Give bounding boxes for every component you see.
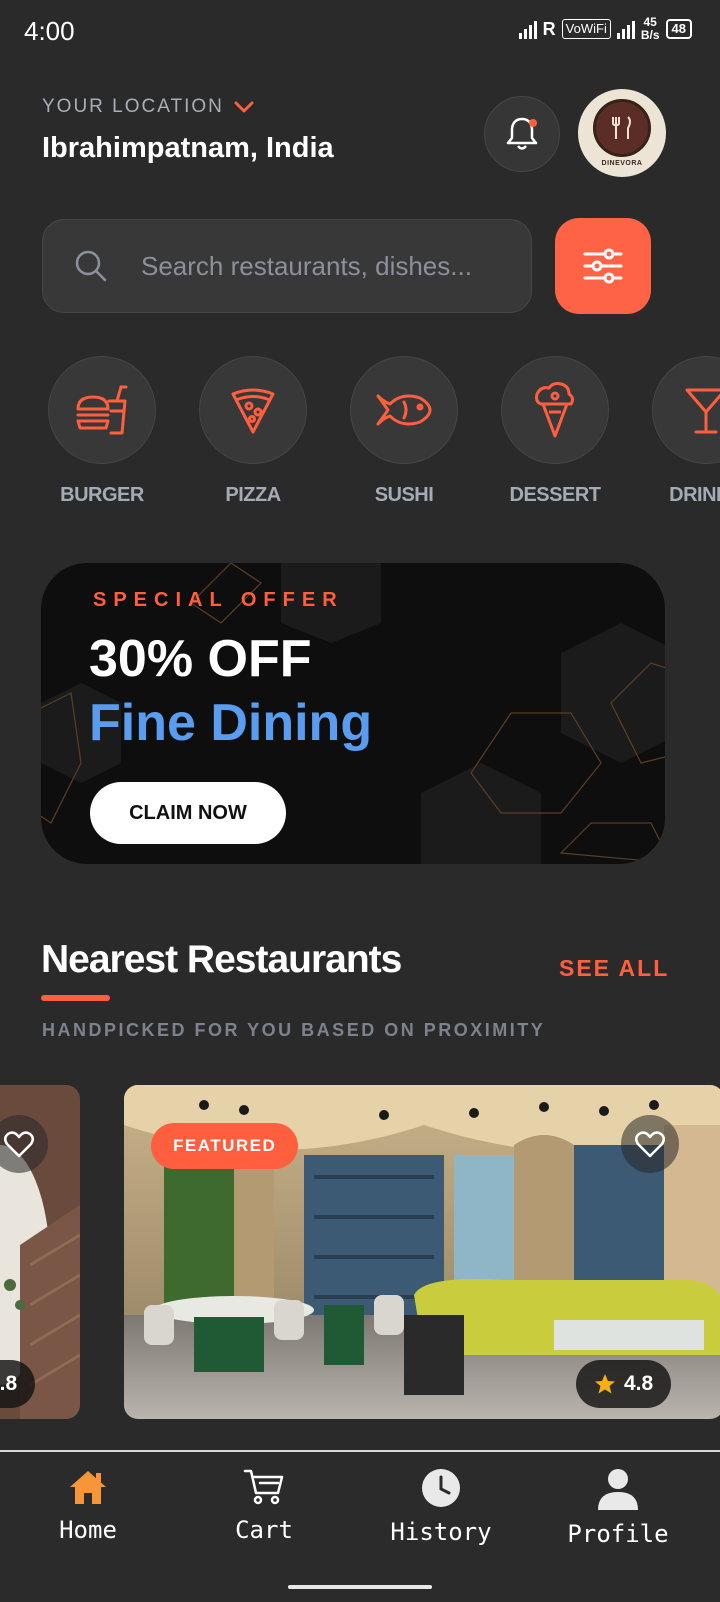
favorite-button[interactable] bbox=[621, 1115, 679, 1173]
see-all-link[interactable]: SEE ALL bbox=[559, 955, 669, 982]
burger-icon bbox=[76, 385, 128, 435]
restaurant-logo-icon bbox=[593, 99, 651, 157]
nav-label: Cart bbox=[235, 1516, 293, 1544]
location-selector[interactable]: YOUR LOCATION bbox=[42, 96, 254, 118]
offer-kicker: SPECIAL OFFER bbox=[93, 589, 344, 611]
roaming-indicator: R bbox=[542, 18, 556, 39]
nav-label: History bbox=[390, 1518, 492, 1546]
category-label: BURGER bbox=[60, 484, 144, 506]
status-time: 4:00 bbox=[24, 16, 75, 46]
category-dessert[interactable]: DESSERT bbox=[500, 356, 610, 507]
section-title: Nearest Restaurants bbox=[41, 938, 402, 981]
offer-subheadline: Fine Dining bbox=[89, 694, 373, 752]
home-indicator[interactable] bbox=[288, 1585, 432, 1589]
section-subtitle: HANDPICKED FOR YOU BASED ON PROXIMITY bbox=[42, 1020, 546, 1040]
restaurant-card[interactable]: 4.8 bbox=[0, 1085, 80, 1419]
category-burger[interactable]: BURGER bbox=[47, 356, 157, 507]
fish-icon bbox=[376, 394, 432, 426]
signal-icon-2 bbox=[616, 19, 635, 39]
battery-icon: 48 bbox=[665, 19, 692, 39]
rating-badge: 4.8 bbox=[576, 1360, 672, 1408]
notification-button[interactable] bbox=[484, 96, 560, 172]
person-icon bbox=[598, 1469, 638, 1510]
offer-banner[interactable]: SPECIAL OFFER 30% OFF Fine Dining CLAIM … bbox=[41, 563, 665, 864]
pizza-icon bbox=[231, 388, 275, 434]
chevron-down-icon bbox=[234, 101, 254, 113]
search-input[interactable] bbox=[139, 249, 503, 283]
category-pizza[interactable]: PIZZA bbox=[198, 356, 308, 507]
bottom-navigation: Home Cart History Profile bbox=[0, 1450, 720, 1602]
section-underline bbox=[41, 995, 110, 1001]
star-icon bbox=[595, 1374, 615, 1394]
search-bar[interactable] bbox=[42, 219, 532, 313]
avatar[interactable]: DINEVORA bbox=[578, 89, 666, 177]
vowifi-indicator: VoWiFi bbox=[561, 19, 611, 39]
rating-value: 4.8 bbox=[0, 1372, 18, 1395]
category-sushi[interactable]: SUSHI bbox=[349, 356, 459, 507]
signal-icon bbox=[518, 19, 537, 39]
nav-label: Profile bbox=[567, 1520, 669, 1548]
category-label: PIZZA bbox=[225, 484, 281, 506]
category-label: DRINKS bbox=[669, 484, 720, 506]
bell-icon bbox=[506, 117, 538, 150]
nav-cart[interactable]: Cart bbox=[204, 1468, 324, 1544]
avatar-brand: DINEVORA bbox=[601, 160, 643, 167]
search-icon bbox=[75, 250, 107, 282]
cart-icon bbox=[243, 1469, 284, 1505]
category-label: DESSERT bbox=[509, 484, 601, 506]
nav-home[interactable]: Home bbox=[28, 1468, 148, 1544]
status-icons: R VoWiFi 45 B/s 48 bbox=[518, 15, 692, 42]
heart-icon bbox=[4, 1131, 34, 1158]
ice-cream-icon bbox=[535, 382, 575, 438]
category-label: SUSHI bbox=[374, 484, 434, 506]
nav-profile[interactable]: Profile bbox=[558, 1468, 678, 1548]
location-name[interactable]: Ibrahimpatnam, India bbox=[42, 132, 334, 165]
offer-headline: 30% OFF bbox=[89, 630, 312, 688]
featured-badge: FEATURED bbox=[151, 1123, 299, 1169]
filter-button[interactable] bbox=[555, 218, 651, 314]
restaurant-card-featured[interactable]: FEATURED 4.8 bbox=[124, 1085, 720, 1419]
heart-icon bbox=[635, 1131, 665, 1158]
nav-history[interactable]: History bbox=[381, 1468, 501, 1546]
rating-value: 4.8 bbox=[624, 1372, 654, 1395]
home-icon bbox=[70, 1471, 106, 1504]
category-drinks[interactable]: DRINKS bbox=[651, 356, 720, 507]
cocktail-icon bbox=[685, 388, 720, 434]
nav-label: Home bbox=[59, 1516, 117, 1544]
clock-icon bbox=[422, 1469, 460, 1507]
network-speed: 45 B/s bbox=[640, 15, 660, 42]
location-label: YOUR LOCATION bbox=[42, 96, 224, 117]
sliders-icon bbox=[583, 248, 623, 284]
claim-now-button[interactable]: CLAIM NOW bbox=[90, 782, 286, 844]
